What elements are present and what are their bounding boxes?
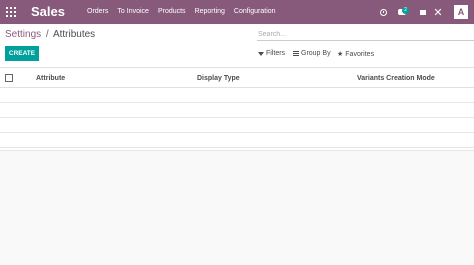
attributes-list: Attribute Display Type Variants Creation… <box>0 67 474 148</box>
filters-button[interactable]: Filters <box>258 50 285 57</box>
create-button[interactable]: CREATE <box>5 46 39 61</box>
filters-label: Filters <box>266 50 286 57</box>
breadcrumb: Settings / Attributes <box>5 29 95 40</box>
chat-badge: 2 <box>402 7 409 14</box>
menu-item-reporting[interactable]: Reporting <box>195 8 225 15</box>
list-empty-area <box>0 150 474 265</box>
top-navbar: Sales Orders To Invoice Products Reporti… <box>0 0 474 24</box>
menu-item-configuration[interactable]: Configuration <box>234 8 276 15</box>
app-name[interactable]: Sales <box>31 4 65 19</box>
activity-clock-icon[interactable] <box>377 0 389 24</box>
table-row <box>0 133 474 148</box>
select-all-checkbox[interactable] <box>5 74 13 82</box>
group-by-icon <box>293 51 299 56</box>
favorites-label: Favorites <box>345 50 375 58</box>
main-menu: Orders To Invoice Products Reporting Con… <box>87 8 285 15</box>
menu-item-to-invoice[interactable]: To Invoice <box>117 8 149 15</box>
favorites-button[interactable]: ★ Favorites <box>337 50 375 59</box>
gift-icon[interactable] <box>417 0 429 24</box>
column-header-attribute[interactable]: Attribute <box>36 75 65 82</box>
star-icon: ★ <box>337 51 344 58</box>
table-header: Attribute Display Type Variants Creation… <box>0 67 474 88</box>
breadcrumb-settings[interactable]: Settings <box>5 29 41 40</box>
column-header-display-type[interactable]: Display Type <box>197 75 240 82</box>
menu-item-orders[interactable]: Orders <box>87 8 108 15</box>
table-row <box>0 103 474 118</box>
close-icon[interactable]: ✕ <box>432 0 444 24</box>
table-row <box>0 88 474 103</box>
user-avatar[interactable]: A <box>454 5 468 19</box>
table-row <box>0 118 474 133</box>
menu-item-products[interactable]: Products <box>158 8 186 15</box>
apps-menu-icon[interactable] <box>6 7 16 17</box>
filter-icon <box>258 51 264 56</box>
group-by-label: Group By <box>301 50 331 57</box>
breadcrumb-current: Attributes <box>52 29 96 40</box>
breadcrumb-separator: / <box>45 29 49 40</box>
column-header-variants-creation-mode[interactable]: Variants Creation Mode <box>357 75 435 82</box>
search-input[interactable] <box>257 28 474 41</box>
group-by-button[interactable]: Group By <box>293 50 331 57</box>
